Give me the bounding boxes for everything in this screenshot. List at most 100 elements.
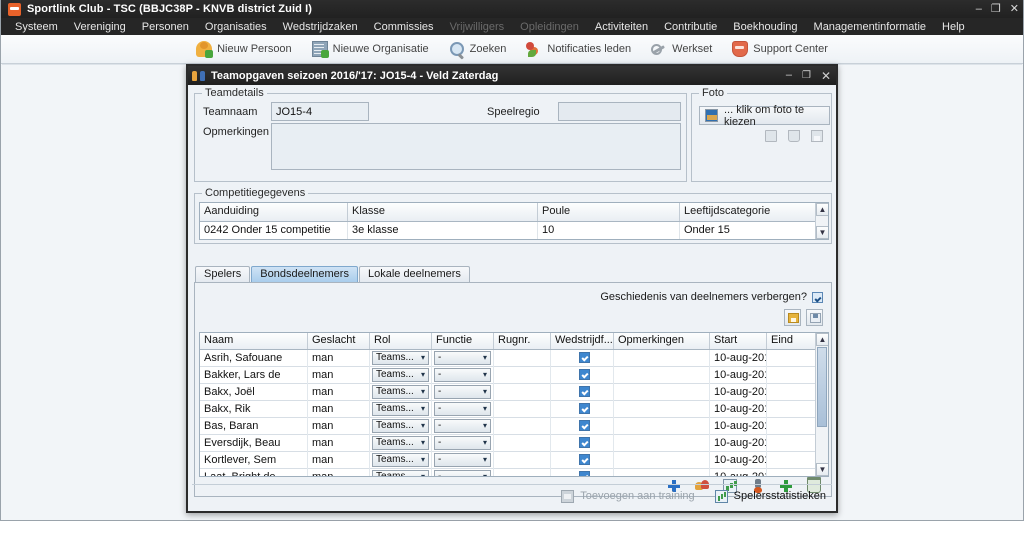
col-rol[interactable]: Rol — [370, 333, 432, 349]
table-row[interactable]: Bakx, RikmanTeams...▾-▾10-aug-2016 — [200, 400, 828, 418]
chevron-down-icon: ▾ — [482, 352, 487, 362]
col-klasse[interactable]: Klasse — [348, 203, 538, 221]
wedstrijdformulier-checkbox[interactable] — [578, 470, 590, 476]
table-row[interactable]: Bakx, JoëlmanTeams...▾-▾10-aug-2016 — [200, 383, 828, 401]
dialog-maximize-icon[interactable]: ❐ — [802, 70, 811, 81]
tab-spelers[interactable]: Spelers — [195, 266, 251, 282]
rol-select[interactable]: Teams... ▾ — [372, 418, 429, 433]
table-row[interactable]: Laat, Bright demanTeams...▾-▾10-aug-2016 — [200, 468, 828, 476]
competitie-row[interactable]: 0242 Onder 15 competitie 3e klasse 10 On… — [200, 222, 828, 239]
wedstrijdformulier-checkbox[interactable] — [578, 419, 590, 431]
wedstrijdformulier-checkbox[interactable] — [578, 402, 590, 414]
col-naam[interactable]: Naam — [200, 333, 308, 349]
chevron-down-icon: ▾ — [482, 454, 487, 464]
functie-select[interactable]: - ▾ — [434, 469, 491, 476]
save-icon[interactable] — [811, 130, 823, 142]
wedstrijdformulier-checkbox[interactable] — [578, 453, 590, 465]
table-row[interactable]: Kortlever, SemmanTeams...▾-▾10-aug-2016 — [200, 451, 828, 469]
menu-item-activiteiten[interactable]: Activiteiten — [587, 21, 656, 33]
scroll-down-icon[interactable]: ▼ — [816, 226, 828, 239]
menu-item-organisaties[interactable]: Organisaties — [197, 21, 275, 33]
functie-select[interactable]: - ▾ — [434, 401, 491, 416]
functie-select[interactable]: - ▾ — [434, 350, 491, 365]
table-row[interactable]: Asrih, SafouanemanTeams...▾-▾10-aug-2016 — [200, 349, 828, 367]
menu-item-vereniging[interactable]: Vereniging — [66, 21, 134, 33]
rol-select[interactable]: Teams... ▾ — [372, 452, 429, 467]
functie-select[interactable]: - ▾ — [434, 367, 491, 382]
functie-select[interactable]: - ▾ — [434, 435, 491, 450]
toolbar-support-center[interactable]: Support Center — [732, 41, 828, 57]
minimize-icon[interactable]: – — [976, 3, 982, 15]
col-aanduiding[interactable]: Aanduiding — [200, 203, 348, 221]
rol-select[interactable]: Teams... ▾ — [372, 435, 429, 450]
print-icon[interactable] — [765, 130, 777, 142]
toolbar-werkset[interactable]: Werkset — [651, 41, 712, 57]
functie-select[interactable]: - ▾ — [434, 384, 491, 399]
cell-opmerkingen — [614, 468, 710, 476]
rol-select[interactable]: Teams... ▾ — [372, 401, 429, 416]
scroll-up-icon[interactable]: ▲ — [816, 203, 828, 216]
tab-bondsdeelnemers[interactable]: Bondsdeelnemers — [251, 266, 358, 282]
dialog-close-icon[interactable]: ✕ — [821, 70, 831, 82]
menu-item-commissies[interactable]: Commissies — [366, 21, 442, 33]
col-eind[interactable]: Eind — [767, 333, 817, 349]
table-row[interactable]: Bas, BaranmanTeams...▾-▾10-aug-2016 — [200, 417, 828, 435]
wedstrijdformulier-checkbox[interactable] — [578, 385, 590, 397]
wedstrijdformulier-checkbox[interactable] — [578, 436, 590, 448]
cell-wedstrijdformulier — [551, 383, 614, 401]
menu-item-boekhouding[interactable]: Boekhouding — [725, 21, 805, 33]
tab-lokale-deelnemers[interactable]: Lokale deelnemers — [358, 266, 470, 282]
opmerkingen-textarea[interactable] — [271, 123, 681, 170]
scroll-up-icon[interactable]: ▲ — [816, 333, 828, 346]
maximize-icon[interactable]: ❐ — [991, 3, 1001, 15]
menu-item-wedstrijdzaken[interactable]: Wedstrijdzaken — [275, 21, 366, 33]
col-leeftijdscategorie[interactable]: Leeftijdscategorie — [680, 203, 817, 221]
functie-select[interactable]: - ▾ — [434, 418, 491, 433]
col-functie[interactable]: Functie — [432, 333, 494, 349]
scroll-thumb[interactable] — [817, 347, 827, 427]
hide-history-checkbox[interactable] — [812, 291, 823, 303]
menu-item-systeem[interactable]: Systeem — [7, 21, 66, 33]
menu-item-managementinformatie[interactable]: Managementinformatie — [806, 21, 935, 33]
dialog-minimize-icon[interactable]: – — [786, 70, 792, 81]
col-geslacht[interactable]: Geslacht — [308, 333, 370, 349]
player-stats-icon — [714, 489, 728, 503]
wedstrijdformulier-checkbox[interactable] — [578, 368, 590, 380]
close-icon[interactable]: ✕ — [1010, 3, 1019, 15]
col-opmerkingen[interactable]: Opmerkingen — [614, 333, 710, 349]
rol-select[interactable]: Teams... ▾ — [372, 367, 429, 382]
cell-start: 10-aug-2016 — [710, 451, 767, 469]
bondsdeelnemers-panel: Geschiedenis van deelnemers verbergen? N… — [194, 282, 832, 497]
teamnaam-input[interactable]: JO15-4 — [271, 102, 369, 121]
menu-item-contributie[interactable]: Contributie — [656, 21, 725, 33]
table-row[interactable]: Eversdijk, BeaumanTeams...▾-▾10-aug-2016 — [200, 434, 828, 452]
menu-item-help[interactable]: Help — [934, 21, 973, 33]
functie-select-cell: - ▾ — [432, 366, 494, 384]
col-rugnr[interactable]: Rugnr. — [494, 333, 551, 349]
toolbar-new-organisation[interactable]: Nieuwe Organisatie — [311, 41, 429, 58]
col-poule[interactable]: Poule — [538, 203, 680, 221]
toolbar-new-person[interactable]: Nieuw Persoon — [196, 41, 292, 58]
rol-select[interactable]: Teams... ▾ — [372, 384, 429, 399]
col-start[interactable]: Start — [710, 333, 767, 349]
rol-select[interactable]: Teams... ▾ — [372, 469, 429, 476]
choose-photo-button[interactable]: ... klik om foto te kiezen — [699, 104, 830, 128]
save-excel-button[interactable] — [784, 309, 801, 326]
scroll-down-icon[interactable]: ▼ — [816, 463, 828, 476]
speelregio-input[interactable] — [558, 102, 681, 121]
table-row[interactable]: Bakker, Lars demanTeams...▾-▾10-aug-2016 — [200, 366, 828, 384]
save-report-button[interactable] — [806, 309, 823, 326]
members-scrollbar[interactable]: ▲ ▼ — [815, 333, 828, 476]
rol-select[interactable]: Teams... ▾ — [372, 350, 429, 365]
delete-icon[interactable] — [788, 130, 800, 142]
wedstrijdformulier-checkbox[interactable] — [578, 351, 590, 363]
toolbar-member-notifications[interactable]: Notificaties leden — [526, 41, 631, 57]
cell-geslacht: man — [308, 349, 370, 367]
player-stats-button[interactable]: Spelersstatistieken — [714, 489, 826, 503]
menu-item-personen[interactable]: Personen — [134, 21, 197, 33]
competitie-scrollbar[interactable]: ▲ ▼ — [815, 203, 828, 239]
col-wedstrijdformulier[interactable]: Wedstrijdf... — [551, 333, 614, 349]
hide-history-row[interactable]: Geschiedenis van deelnemers verbergen? — [600, 291, 823, 303]
toolbar-search[interactable]: Zoeken — [449, 41, 506, 57]
functie-select[interactable]: - ▾ — [434, 452, 491, 467]
